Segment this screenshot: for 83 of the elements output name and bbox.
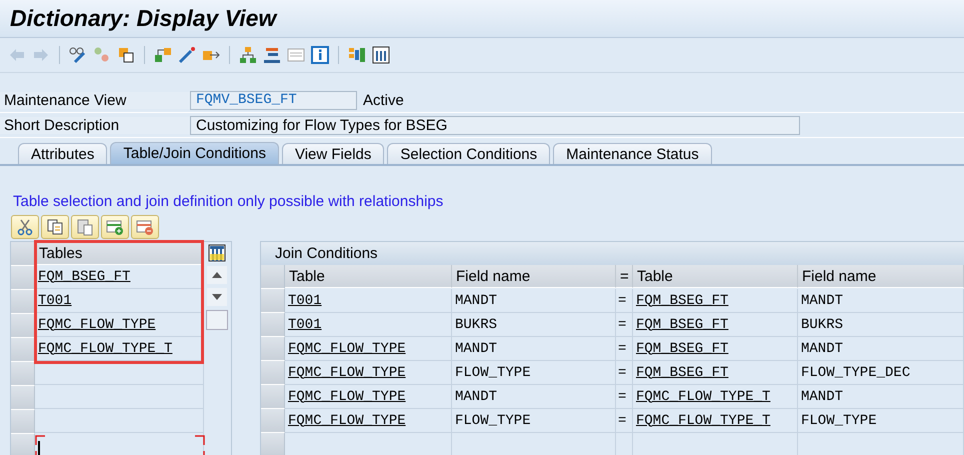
table-link[interactable]: FQM_BSEG_FT — [636, 340, 728, 356]
wand-icon[interactable] — [178, 46, 196, 64]
info-text: Table selection and join definition only possible with relationships — [13, 193, 444, 210]
table-cell: MANDT — [452, 289, 616, 313]
delete-row-icon — [136, 218, 154, 236]
table-cell: FLOW_TYPE_DEC — [798, 361, 964, 385]
field-label: Maintenance View — [0, 92, 190, 108]
table-link[interactable]: FQM_BSEG_FT — [38, 268, 130, 284]
table-cell: FLOW_TYPE — [798, 409, 964, 433]
table-link[interactable]: FQMC_FLOW_TYPE — [288, 364, 406, 380]
table-link[interactable]: FQMC_FLOW_TYPE — [288, 412, 406, 428]
row-selector[interactable] — [11, 290, 35, 314]
scissors-icon — [16, 218, 34, 236]
info-icon[interactable] — [311, 46, 329, 64]
table-link[interactable]: FQM_BSEG_FT — [636, 364, 728, 380]
input-field[interactable]: FQMV_BSEG_FT — [190, 90, 357, 110]
equals-sign: = — [616, 313, 633, 337]
tab[interactable]: Maintenance Status — [553, 143, 712, 164]
glasses-pen-icon[interactable] — [69, 46, 87, 64]
table-link[interactable]: FQMC_FLOW_TYPE_T — [636, 412, 770, 428]
equals-sign: = — [616, 289, 633, 313]
table-cell: FLOW_TYPE — [452, 409, 616, 433]
column-layout-icon[interactable] — [208, 244, 226, 262]
toolbar-button[interactable] — [131, 215, 159, 239]
toolbar-button[interactable] — [11, 215, 39, 239]
column-header: Field name — [452, 265, 616, 288]
table-link[interactable]: T001 — [288, 316, 322, 332]
tab[interactable]: Selection Conditions — [387, 143, 550, 164]
tree-icon[interactable] — [239, 46, 257, 64]
table-link[interactable]: FQM_BSEG_FT — [636, 316, 728, 332]
column-header: Table — [285, 265, 452, 288]
table-cell: BUKRS — [452, 313, 616, 337]
layout-icon[interactable] — [348, 46, 366, 64]
panel-title: Join Conditions — [261, 242, 964, 265]
table-link[interactable]: FQM_BSEG_FT — [636, 292, 728, 308]
table-link[interactable]: FQMC_FLOW_TYPE — [288, 388, 406, 404]
row-selector[interactable] — [11, 338, 35, 362]
table-link[interactable]: T001 — [38, 292, 72, 308]
window-title: Dictionary: Display View — [10, 5, 276, 32]
table-cell: MANDT — [798, 385, 964, 409]
insert-row-icon — [106, 218, 124, 236]
status-text: Active — [363, 92, 404, 108]
scroll-down-button[interactable] — [207, 288, 227, 306]
equals-sign: = — [616, 361, 633, 385]
toolbar-button[interactable] — [41, 215, 69, 239]
table-cell: BUKRS — [798, 313, 964, 337]
copy-icon[interactable] — [117, 46, 135, 64]
up-arrow-icon — [212, 272, 222, 278]
table-cell: FLOW_TYPE — [452, 361, 616, 385]
table-link[interactable]: FQMC_FLOW_TYPE — [288, 340, 406, 356]
window-icon[interactable] — [287, 46, 305, 64]
tab[interactable]: Table/Join Conditions — [110, 142, 279, 164]
table-cell: MANDT — [452, 337, 616, 361]
equals-sign: = — [616, 337, 633, 361]
table-link[interactable]: T001 — [288, 292, 322, 308]
table-cell: MANDT — [798, 337, 964, 361]
stack-icon[interactable] — [263, 46, 281, 64]
table-cell: MANDT — [452, 385, 616, 409]
toolbar-button[interactable] — [71, 215, 99, 239]
columns-icon[interactable] — [372, 46, 390, 64]
toolbar-button[interactable] — [101, 215, 129, 239]
table-link[interactable]: FQMC_FLOW_TYPE — [38, 316, 156, 332]
copy-icon — [46, 218, 64, 236]
column-header: Table — [633, 265, 798, 288]
table-cell: MANDT — [798, 289, 964, 313]
equals-sign: = — [616, 385, 633, 409]
down-arrow-icon — [212, 294, 222, 300]
column-header: Tables — [35, 242, 204, 265]
input-field[interactable]: Customizing for Flow Types for BSEG — [190, 116, 800, 134]
row-selector[interactable] — [11, 314, 35, 338]
paste-icon — [76, 218, 94, 236]
equals-sign: = — [616, 409, 633, 433]
row-selector[interactable] — [11, 266, 35, 290]
hierarchy-icon[interactable] — [154, 46, 172, 64]
column-header: Field name — [798, 265, 964, 288]
column-header: = — [616, 265, 633, 288]
table-link[interactable]: FQMC_FLOW_TYPE_T — [38, 340, 172, 356]
scroll-thumb[interactable] — [206, 310, 228, 330]
scroll-up-button[interactable] — [207, 266, 227, 284]
tab[interactable]: Attributes — [18, 143, 108, 164]
field-label: Short Description — [0, 116, 190, 134]
tab[interactable]: View Fields — [282, 143, 384, 164]
table-link[interactable]: FQMC_FLOW_TYPE_T — [636, 388, 770, 404]
